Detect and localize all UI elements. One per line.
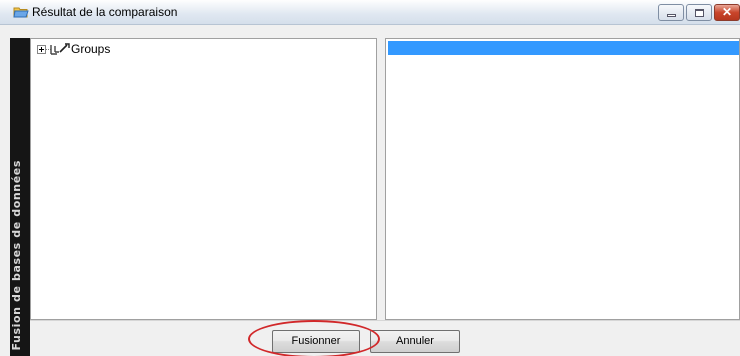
tree-node-label: Groups	[71, 42, 111, 56]
folder-compare-icon	[13, 7, 29, 18]
minimize-icon	[667, 14, 676, 17]
close-button[interactable]: ✕	[714, 4, 740, 21]
expand-plus-icon[interactable]	[37, 45, 46, 54]
maximize-icon	[695, 9, 704, 17]
comparison-result-window: Résultat de la comparaison ✕ Fusion de b…	[0, 0, 740, 356]
group-icon	[50, 43, 70, 55]
window-title: Résultat de la comparaison	[32, 5, 178, 19]
maximize-button[interactable]	[686, 4, 712, 21]
title-bar[interactable]: Résultat de la comparaison ✕	[0, 0, 740, 25]
close-icon: ✕	[721, 5, 733, 19]
cancel-button[interactable]: Annuler	[370, 330, 460, 353]
detail-pane[interactable]	[385, 38, 740, 320]
selected-row[interactable]	[388, 41, 739, 55]
tree-pane[interactable]: Groups	[30, 38, 377, 320]
pane-splitter[interactable]	[377, 38, 385, 320]
side-banner-label: Fusion de bases de données	[10, 160, 23, 351]
side-banner: Fusion de bases de données	[10, 38, 30, 356]
merge-button[interactable]: Fusionner	[272, 330, 360, 353]
minimize-button[interactable]	[658, 4, 684, 21]
